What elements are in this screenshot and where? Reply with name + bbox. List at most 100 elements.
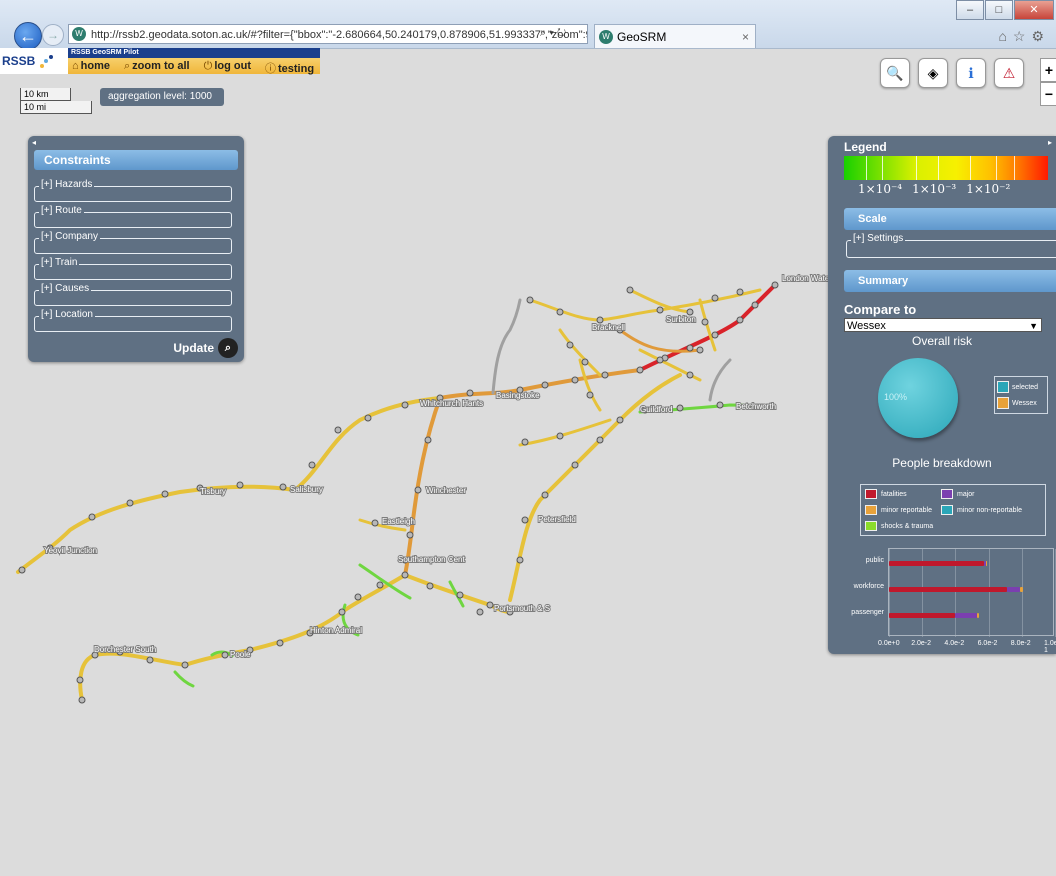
legend-tick-labels: 1×10⁻⁴ 1×10⁻³ 1×10⁻² <box>858 182 1011 196</box>
zoom-out-button[interactable]: − <box>1040 82 1056 106</box>
scale-mi: 10 mi <box>20 101 92 114</box>
results-panel: ▸ Legend 1×10⁻⁴ 1×10⁻³ 1×10⁻² Scale [+] … <box>828 136 1056 654</box>
place-label: Basingstoke <box>496 391 540 400</box>
scale-header[interactable]: Scale <box>844 208 1056 230</box>
search-icon: ⌕ <box>218 338 238 358</box>
back-button[interactable]: ← <box>14 22 42 50</box>
bar-minor-reportable <box>976 613 979 618</box>
constraint-route[interactable]: [+] Route <box>34 205 232 228</box>
bar-fatalities <box>889 561 984 566</box>
layers-icon[interactable]: ◈ <box>918 58 948 88</box>
place-label: Dorchester South <box>94 645 156 654</box>
collapse-right-icon[interactable]: ▸ <box>1048 138 1052 147</box>
scale-tick <box>866 156 867 180</box>
x-tick-label: 8.0e-2 <box>1010 640 1031 647</box>
category-label: workforce <box>853 583 884 590</box>
x-tick-label: 6.0e-2 <box>977 640 998 647</box>
maximize-button[interactable]: □ <box>985 0 1013 20</box>
bar-major <box>955 613 977 618</box>
bar-minor-reportable <box>1020 587 1024 592</box>
x-tick-label: 1.0e-1 <box>1044 640 1056 654</box>
forward-button[interactable]: → <box>42 24 64 46</box>
window-controls: – □ ✕ <box>955 0 1054 20</box>
category-label: passenger <box>851 609 884 616</box>
place-label: Salisbury <box>290 485 323 494</box>
place-label: Yeovil Junction <box>44 546 97 555</box>
constraint-train[interactable]: [+] Train <box>34 257 232 280</box>
chevron-down-icon: ▼ <box>1029 321 1038 331</box>
home-icon: ⌂ <box>72 60 79 72</box>
place-label: Southampton Cent <box>398 555 465 564</box>
scale-tick <box>1014 156 1015 180</box>
constraint-company[interactable]: [+] Company <box>34 231 232 254</box>
scale-tick <box>882 156 883 180</box>
breakdown-legend-item: major <box>941 489 975 499</box>
breakdown-legend: fatalities major minor reportable minor … <box>860 484 1046 536</box>
info-icon[interactable]: ℹ <box>956 58 986 88</box>
aggregation-level: aggregation level: 1000 <box>100 88 224 106</box>
place-label: Poole <box>230 650 251 659</box>
place-label: Portsmouth & S <box>494 604 550 613</box>
constraint-location[interactable]: [+] Location <box>34 309 232 332</box>
compare-select[interactable]: Wessex ▼ <box>844 318 1042 332</box>
constraints-panel: ◂ Constraints [+] Hazards [+] Route [+] … <box>28 136 244 362</box>
logo-dots-icon <box>40 55 53 68</box>
people-breakdown-chart: 0.0e+0 2.0e-2 4.0e-2 6.0e-2 8.0e-2 1.0e-1 publ… <box>844 548 1056 654</box>
zoom-in-button[interactable]: + <box>1040 58 1056 82</box>
minimize-button[interactable]: – <box>956 0 984 20</box>
risk-color-scale <box>844 156 1048 180</box>
people-breakdown-title: People breakdown <box>892 456 992 470</box>
legend-swatch <box>997 381 1009 393</box>
tab-geosrm[interactable]: W GeoSRM × <box>594 24 756 48</box>
address-bar[interactable]: http://rssb2.geodata.soton.ac.uk/#?filte… <box>68 24 588 44</box>
close-window-button[interactable]: ✕ <box>1014 0 1054 20</box>
place-label: Hinton Admiral <box>310 626 362 635</box>
summary-header[interactable]: Summary <box>844 270 1056 292</box>
legend-swatch <box>997 397 1009 409</box>
constraint-causes[interactable]: [+] Causes <box>34 283 232 306</box>
x-tick-label: 0.0e+0 <box>878 640 900 647</box>
scale-tick <box>996 156 997 180</box>
address-tools[interactable]: ⌕ ▾ ↻ <box>540 27 566 40</box>
power-icon: ⏻ <box>203 60 213 72</box>
browser-toolbar-icons[interactable]: ⌂☆⚙ <box>998 28 1050 45</box>
place-label: Petersfield <box>538 515 576 524</box>
breakdown-legend-item: fatalities <box>865 489 907 499</box>
tab-favicon-icon: W <box>599 30 613 44</box>
bar-fatalities <box>889 587 1007 592</box>
scale-tick <box>970 156 971 180</box>
browser-chrome: – □ ✕ ← → http://rssb2.geodata.soton.ac.… <box>0 0 1056 50</box>
x-tick-label: 2.0e-2 <box>911 640 932 647</box>
place-label: Tisbury <box>200 487 226 496</box>
bar-major <box>1006 587 1021 592</box>
bar-fatalities <box>889 613 956 618</box>
legend-swatch <box>941 489 953 499</box>
update-button[interactable]: Update ⌕ <box>173 338 238 358</box>
place-label: Guildford <box>640 405 672 414</box>
scale-km: 10 km <box>20 88 71 101</box>
breakdown-legend-item: shocks & trauma <box>865 521 933 531</box>
pie-legend-item: Wessex <box>997 397 1037 409</box>
place-label: Winchester <box>426 486 466 495</box>
constraint-hazards[interactable]: [+] Hazards <box>34 179 232 202</box>
bar-minor-reportable <box>986 561 987 566</box>
zoom-icon: ⌕ <box>124 60 131 72</box>
pie-label: 100% <box>884 392 908 402</box>
settings-group[interactable]: [+] Settings <box>846 233 1056 258</box>
breakdown-legend-item: minor non-reportable <box>941 505 1022 515</box>
x-tick-label: 4.0e-2 <box>944 640 965 647</box>
chart-plot-area <box>888 548 1056 637</box>
collapse-left-icon[interactable]: ◂ <box>32 138 36 147</box>
place-label: Betchworth <box>736 402 776 411</box>
map-toolbar: 🔍 ◈ ℹ ⚠ <box>880 58 1024 88</box>
zoom-controls: + − <box>1040 58 1056 106</box>
search-map-icon[interactable]: 🔍 <box>880 58 910 88</box>
map-scale: 10 km 10 mi <box>20 88 92 116</box>
place-label: Whitchurch Hants <box>420 399 483 408</box>
place-label: Surbiton <box>666 315 696 324</box>
tab-close-icon[interactable]: × <box>742 25 749 49</box>
legend-swatch <box>865 505 877 515</box>
app-subtitle: RSSB GeoSRM Pilot <box>68 48 320 58</box>
train-warning-icon[interactable]: ⚠ <box>994 58 1024 88</box>
legend-title: Legend <box>844 140 887 154</box>
